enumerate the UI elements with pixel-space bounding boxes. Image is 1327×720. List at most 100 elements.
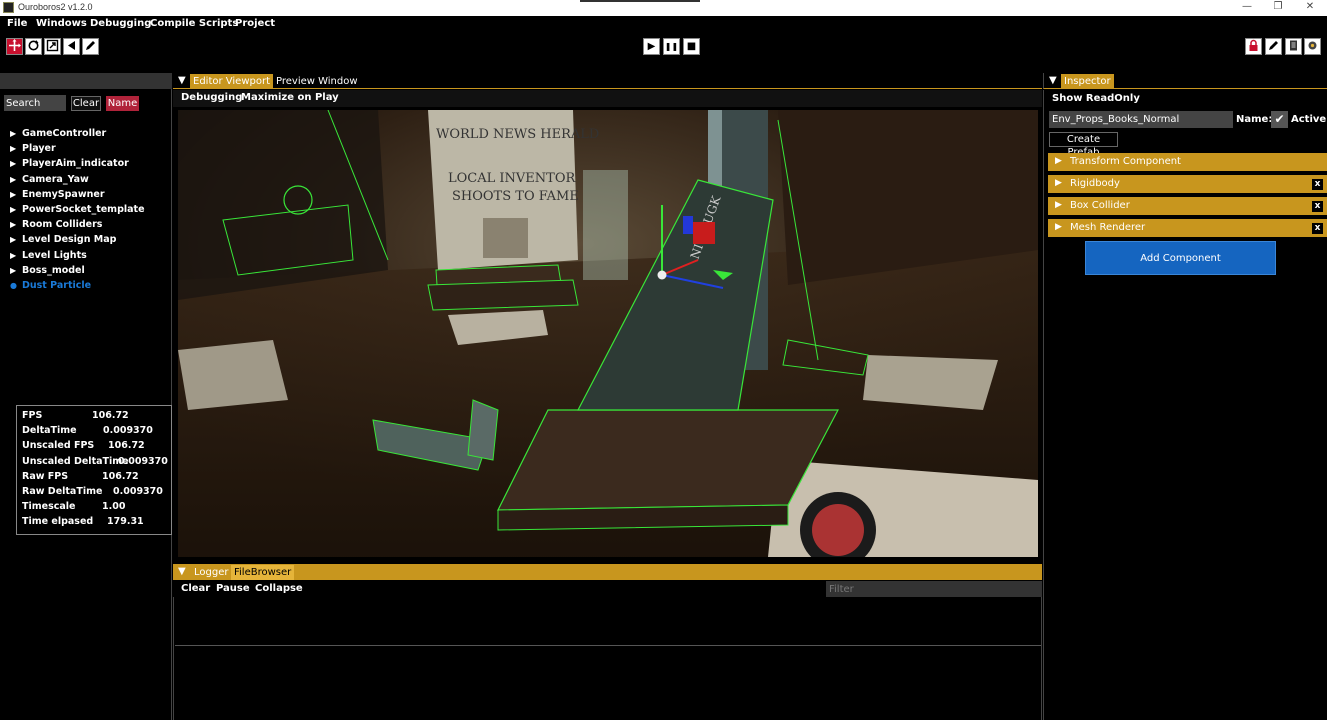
tree-item[interactable]: ▶ GameController [10,126,145,141]
hierarchy-clear-button[interactable]: Clear [71,96,101,111]
leaf-bullet-icon: ● [10,280,17,290]
app-icon [3,2,14,13]
tab-logger[interactable]: Logger [191,565,231,580]
menu-debugging[interactable]: Debugging [90,18,151,29]
logger-tab-bar: ▼ Logger FileBrowser [173,564,1042,580]
stat-label: DeltaTime [22,425,77,437]
menu-windows[interactable]: Windows [36,18,87,29]
minimize-button[interactable]: — [1240,1,1254,12]
expand-arrow-icon[interactable]: ▶ [10,129,22,138]
expand-arrow-icon[interactable]: ▶ [10,251,22,260]
expand-arrow-icon[interactable]: ▶ [10,266,22,275]
tree-item-selected[interactable]: ● Dust Particle [10,278,145,293]
remove-component-button[interactable]: x [1312,223,1323,234]
tree-item[interactable]: ▶ Boss_model [10,263,145,278]
expand-arrow-icon[interactable]: ▶ [10,144,22,153]
expand-arrow-icon[interactable]: ▶ [1055,156,1062,166]
pause-button[interactable]: ❚❚ [663,38,680,55]
stat-value: 179.31 [107,516,144,528]
stat-value: 106.72 [108,440,145,452]
expand-arrow-icon[interactable]: ▶ [10,220,22,229]
tree-item[interactable]: ▶ Player [10,141,145,156]
poster-title: WORLD NEWS HERALD [436,127,599,142]
menu-project[interactable]: Project [235,18,275,29]
component-header-transform[interactable]: ▶ Transform Component [1048,153,1327,171]
move-gizmo-button[interactable] [6,38,23,55]
stop-button[interactable]: ■ [683,38,700,55]
expand-arrow-icon[interactable]: ▶ [10,205,22,214]
menu-file[interactable]: File [7,18,27,29]
logger-collapse-button[interactable]: Collapse [255,583,303,594]
pause-icon: ❚❚ [664,42,679,51]
file-button[interactable] [1285,38,1302,55]
viewport-menu: Debugging Maximize on Play [173,90,1042,107]
edit-button[interactable] [1265,38,1282,55]
show-readonly-toggle[interactable]: Show ReadOnly [1052,93,1140,104]
logger-pause-button[interactable]: Pause [216,583,250,594]
panel-collapse-icon[interactable]: ▼ [178,566,186,577]
active-checkbox[interactable]: ✔ [1271,111,1288,128]
undo-button[interactable] [63,38,80,55]
tree-item[interactable]: ▶ Camera_Yaw [10,172,145,187]
stat-value: 0.009370 [118,455,168,467]
expand-arrow-icon[interactable]: ▶ [10,190,22,199]
tree-item[interactable]: ▶ PlayerAim_indicator [10,156,145,171]
tab-inspector[interactable]: Inspector [1061,74,1114,89]
stat-row: DeltaTime 0.009370 [22,425,171,440]
expand-arrow-icon[interactable]: ▶ [10,175,22,184]
stat-label: Raw FPS [22,470,69,482]
stat-row: Time elpased 179.31 [22,516,171,531]
lock-button[interactable] [1245,38,1262,55]
play-button[interactable]: ▶ [643,38,660,55]
tab-editor-viewport[interactable]: Editor Viewport [190,74,274,89]
stat-label: Raw DeltaTime [22,485,103,497]
restore-button[interactable]: ❐ [1271,1,1285,12]
logger-filter-input[interactable] [826,581,1042,597]
add-component-button[interactable]: Add Component [1085,241,1276,275]
rotate-button[interactable] [25,38,42,55]
expand-arrow-icon[interactable]: ▶ [1055,222,1062,232]
tree-item-label: EnemySpawner [22,188,105,200]
inspector-tab-bar: ▼ Inspector [1043,73,1327,89]
tree-item[interactable]: ▶ PowerSocket_template [10,202,145,217]
expand-arrow-icon[interactable]: ▶ [1055,200,1062,210]
stat-row: Raw FPS 106.72 [22,471,171,486]
hierarchy-name-button[interactable]: Name [106,96,139,111]
expand-arrow-icon[interactable]: ▶ [10,235,22,244]
entity-name-field[interactable] [1049,111,1233,128]
logger-output[interactable] [173,597,1042,720]
logger-clear-button[interactable]: Clear [181,583,210,594]
hierarchy-tree: ▶ GameController ▶ Player ▶ PlayerAim_indic… [10,126,145,293]
menu-bar: File Windows Debugging Compile Scripts P… [0,16,1327,33]
remove-component-button[interactable]: x [1312,201,1323,212]
editor-viewport[interactable]: WORLD NEWS HERALD LOCAL INVENTOR SHOOTS … [178,110,1038,557]
close-button[interactable]: ✕ [1303,1,1317,12]
viewport-tab-bar: ▼ Editor Viewport Preview Window [173,73,1042,89]
poster-headline-1: LOCAL INVENTOR [448,171,576,186]
expand-arrow-icon[interactable]: ▶ [1055,178,1062,188]
tab-preview-window[interactable]: Preview Window [273,74,361,89]
settings-button[interactable] [1304,38,1321,55]
panel-collapse-icon[interactable]: ▼ [1049,75,1057,86]
pencil-button[interactable] [82,38,99,55]
component-header-rigidbody[interactable]: ▶ Rigidbody x [1048,175,1327,193]
stats-panel: FPS 106.72 DeltaTime 0.009370 Unscaled FPS… [16,405,172,535]
tree-item[interactable]: ▶ Room Colliders [10,217,145,232]
tree-item[interactable]: ▶ Level Lights [10,248,145,263]
maximize-on-play-toggle[interactable]: Maximize on Play [241,92,339,103]
remove-component-button[interactable]: x [1312,179,1323,190]
stat-value: 0.009370 [103,425,153,437]
hierarchy-search-input[interactable] [4,95,66,111]
component-header-box-collider[interactable]: ▶ Box Collider x [1048,197,1327,215]
tab-filebrowser[interactable]: FileBrowser [231,565,295,580]
poster-headline-2: SHOOTS TO FAME [452,189,579,204]
panel-collapse-icon[interactable]: ▼ [178,75,186,86]
tree-item[interactable]: ▶ Level Design Map [10,232,145,247]
viewport-debugging-menu[interactable]: Debugging [181,92,242,103]
menu-compile-scripts[interactable]: Compile Scripts [150,18,238,29]
create-prefab-button[interactable]: Create Prefab [1049,132,1118,158]
component-header-mesh-renderer[interactable]: ▶ Mesh Renderer x [1048,219,1327,237]
expand-arrow-icon[interactable]: ▶ [10,159,22,168]
scale-button[interactable] [44,38,61,55]
tree-item[interactable]: ▶ EnemySpawner [10,187,145,202]
